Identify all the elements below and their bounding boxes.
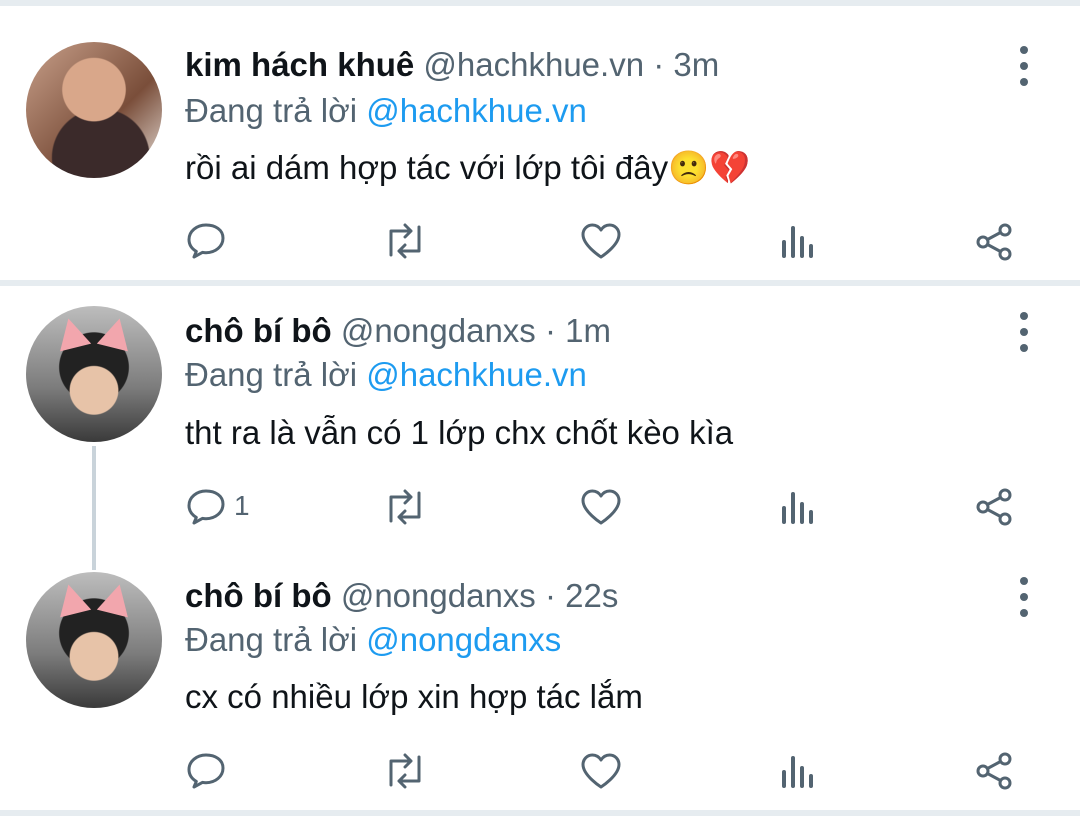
- display-name[interactable]: chô bí bô: [185, 577, 332, 614]
- reply-context: Đang trả lời @hachkhue.vn: [185, 356, 587, 394]
- timestamp[interactable]: · 22s: [545, 577, 618, 614]
- like-icon[interactable]: [580, 222, 622, 260]
- timestamp[interactable]: · 1m: [545, 312, 611, 349]
- thread-connector: [92, 446, 96, 570]
- bottom-divider: [0, 810, 1080, 816]
- tweet-header: chô bí bô @nongdanxs · 22s: [185, 577, 618, 615]
- retweet-icon[interactable]: [382, 752, 428, 790]
- reply-prefix: Đang trả lời: [185, 356, 358, 393]
- tweet-divider: [0, 280, 1080, 286]
- share-icon[interactable]: [974, 487, 1014, 527]
- retweet-icon[interactable]: [382, 488, 428, 526]
- handle[interactable]: @hachkhue.vn: [423, 46, 644, 83]
- cat-ear-left: [52, 314, 92, 352]
- like-icon[interactable]: [580, 752, 622, 790]
- timestamp[interactable]: · 3m: [653, 46, 719, 83]
- tweet-body: tht ra là vẫn có 1 lớp chx chốt kèo kìa: [185, 414, 734, 451]
- tweet-emoji: 🙁💔: [668, 148, 751, 187]
- avatar[interactable]: [26, 306, 162, 442]
- tweet-header: kim hách khuê @hachkhue.vn · 3m: [185, 46, 719, 84]
- share-icon[interactable]: [974, 222, 1014, 262]
- like-icon[interactable]: [580, 488, 622, 526]
- share-icon[interactable]: [974, 751, 1014, 791]
- reply-icon[interactable]: [186, 222, 226, 260]
- views-icon[interactable]: [780, 752, 814, 790]
- top-divider: [0, 0, 1080, 6]
- more-icon[interactable]: [1014, 312, 1034, 352]
- mention-link[interactable]: @hachkhue.vn: [366, 356, 587, 393]
- mention-link[interactable]: @hachkhue.vn: [366, 92, 587, 129]
- retweet-icon[interactable]: [382, 222, 428, 260]
- cat-ear-left: [52, 580, 92, 618]
- reply-context: Đang trả lời @hachkhue.vn: [185, 92, 587, 130]
- handle[interactable]: @nongdanxs: [341, 577, 536, 614]
- display-name[interactable]: chô bí bô: [185, 312, 332, 349]
- mention-link[interactable]: @nongdanxs: [366, 621, 561, 658]
- tweet-text: cx có nhiều lớp xin hợp tác lắm: [185, 678, 643, 716]
- tweet-header: chô bí bô @nongdanxs · 1m: [185, 312, 611, 350]
- views-icon[interactable]: [780, 222, 814, 260]
- tweet-body: cx có nhiều lớp xin hợp tác lắm: [185, 678, 643, 715]
- reply-prefix: Đang trả lời: [185, 92, 358, 129]
- reply-count: 1: [234, 490, 250, 521]
- cat-ear-right: [96, 314, 136, 352]
- handle[interactable]: @nongdanxs: [341, 312, 536, 349]
- reply-prefix: Đang trả lời: [185, 621, 358, 658]
- cat-ear-right: [96, 580, 136, 618]
- more-icon[interactable]: [1014, 46, 1034, 86]
- views-icon[interactable]: [780, 488, 814, 526]
- tweet-text: rồi ai dám hợp tác với lớp tôi đây🙁💔: [185, 148, 750, 188]
- reply-context: Đang trả lời @nongdanxs: [185, 621, 561, 659]
- avatar[interactable]: [26, 42, 162, 178]
- reply-icon[interactable]: [186, 488, 226, 526]
- reply-icon[interactable]: [186, 752, 226, 790]
- avatar[interactable]: [26, 572, 162, 708]
- tweet-body: rồi ai dám hợp tác với lớp tôi đây: [185, 149, 669, 186]
- more-icon[interactable]: [1014, 577, 1034, 617]
- tweet-text: tht ra là vẫn có 1 lớp chx chốt kèo kìa: [185, 414, 733, 452]
- display-name[interactable]: kim hách khuê: [185, 46, 414, 83]
